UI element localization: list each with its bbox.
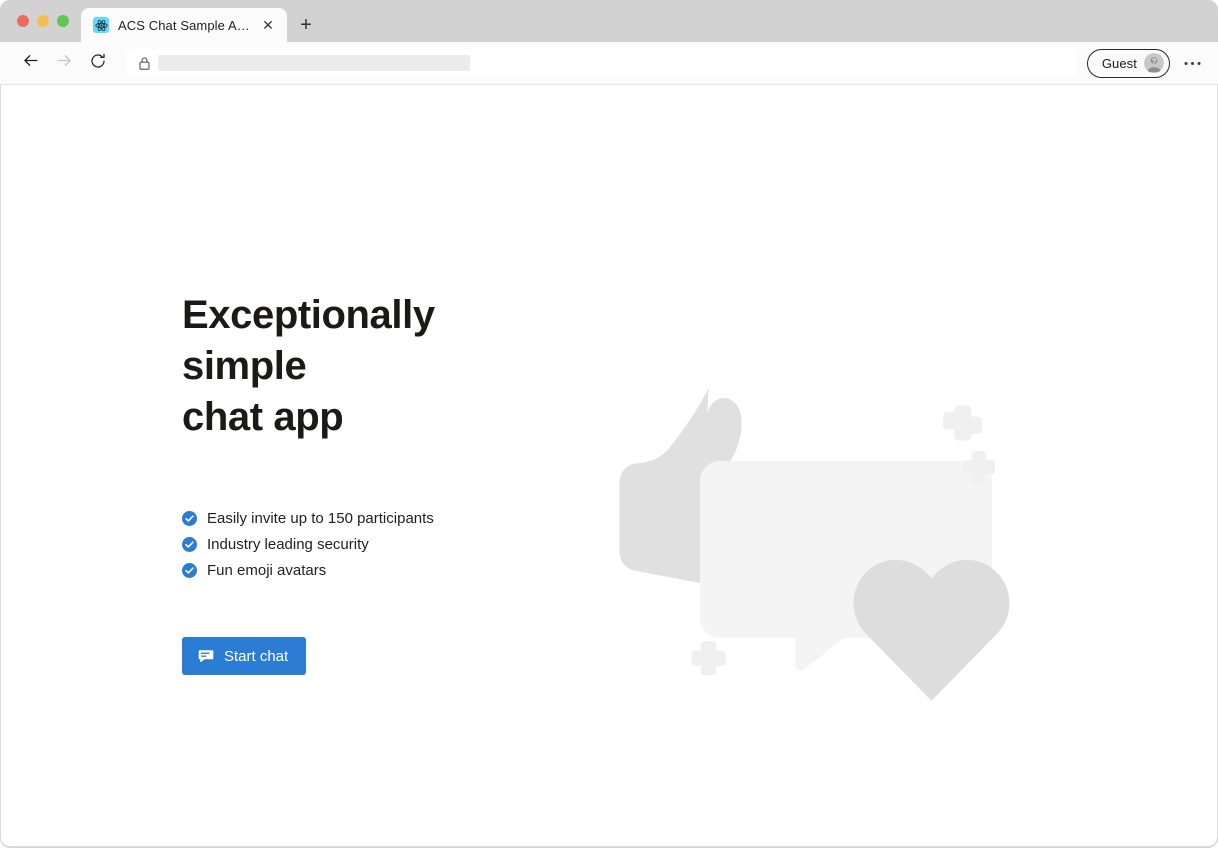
plus-sparkle-shape xyxy=(691,641,726,676)
feature-text: Fun emoji avatars xyxy=(207,562,327,579)
hero-copy: Exceptionally simple chat app Easily invi… xyxy=(182,290,582,675)
check-circle-icon xyxy=(182,511,197,526)
page-title-line1: Exceptionally simple xyxy=(182,293,435,388)
svg-text:?: ? xyxy=(1152,56,1157,65)
chat-hero-illustration xyxy=(601,360,1021,710)
page-title-line2: chat app xyxy=(182,395,344,439)
tab-strip: ACS Chat Sample App ✕ + xyxy=(0,0,1218,42)
browser-window: ACS Chat Sample App ✕ + Guest ? Exceptio… xyxy=(0,0,1218,848)
back-arrow-icon xyxy=(21,51,40,75)
profile-button[interactable]: Guest ? xyxy=(1086,48,1170,78)
address-bar[interactable] xyxy=(126,49,1077,77)
feature-text: Industry leading security xyxy=(207,536,369,553)
address-bar-url[interactable] xyxy=(158,55,470,71)
browser-menu-button[interactable] xyxy=(1176,48,1208,78)
heart-shape xyxy=(853,559,1010,701)
profile-label: Guest xyxy=(1101,55,1137,71)
list-item: Industry leading security xyxy=(182,535,582,554)
forward-button[interactable] xyxy=(48,48,80,78)
close-tab-icon[interactable]: ✕ xyxy=(259,16,277,34)
window-traffic-lights xyxy=(0,0,81,42)
react-logo-icon xyxy=(93,17,109,33)
tab-title: ACS Chat Sample App xyxy=(118,17,250,33)
page-title: Exceptionally simple chat app xyxy=(182,290,527,443)
start-chat-label: Start chat xyxy=(224,647,289,665)
hero-section: Exceptionally simple chat app Easily invi… xyxy=(1,85,1217,846)
start-chat-button[interactable]: Start chat xyxy=(182,637,307,675)
page-viewport: Exceptionally simple chat app Easily invi… xyxy=(0,85,1218,847)
reload-icon xyxy=(89,52,107,75)
list-item: Easily invite up to 150 participants xyxy=(182,509,582,528)
guest-avatar-icon: ? xyxy=(1144,53,1164,73)
forward-arrow-icon xyxy=(55,51,74,75)
close-window-button[interactable] xyxy=(17,15,29,27)
browser-toolbar: Guest ? xyxy=(0,42,1218,85)
browser-tab[interactable]: ACS Chat Sample App ✕ xyxy=(81,8,287,42)
ellipsis-icon xyxy=(1184,61,1200,65)
maximize-window-button[interactable] xyxy=(57,15,69,27)
reload-button[interactable] xyxy=(82,48,114,78)
plus-sparkle-shape xyxy=(943,405,983,441)
back-button[interactable] xyxy=(14,48,46,78)
feature-text: Easily invite up to 150 participants xyxy=(207,510,434,527)
check-circle-icon xyxy=(182,537,197,552)
chat-bubble-icon xyxy=(198,648,214,664)
new-tab-button[interactable]: + xyxy=(289,8,323,42)
feature-list: Easily invite up to 150 participants Ind… xyxy=(182,509,582,580)
list-item: Fun emoji avatars xyxy=(182,561,582,580)
check-circle-icon xyxy=(182,563,197,578)
lock-icon xyxy=(135,54,153,72)
minimize-window-button[interactable] xyxy=(37,15,49,27)
